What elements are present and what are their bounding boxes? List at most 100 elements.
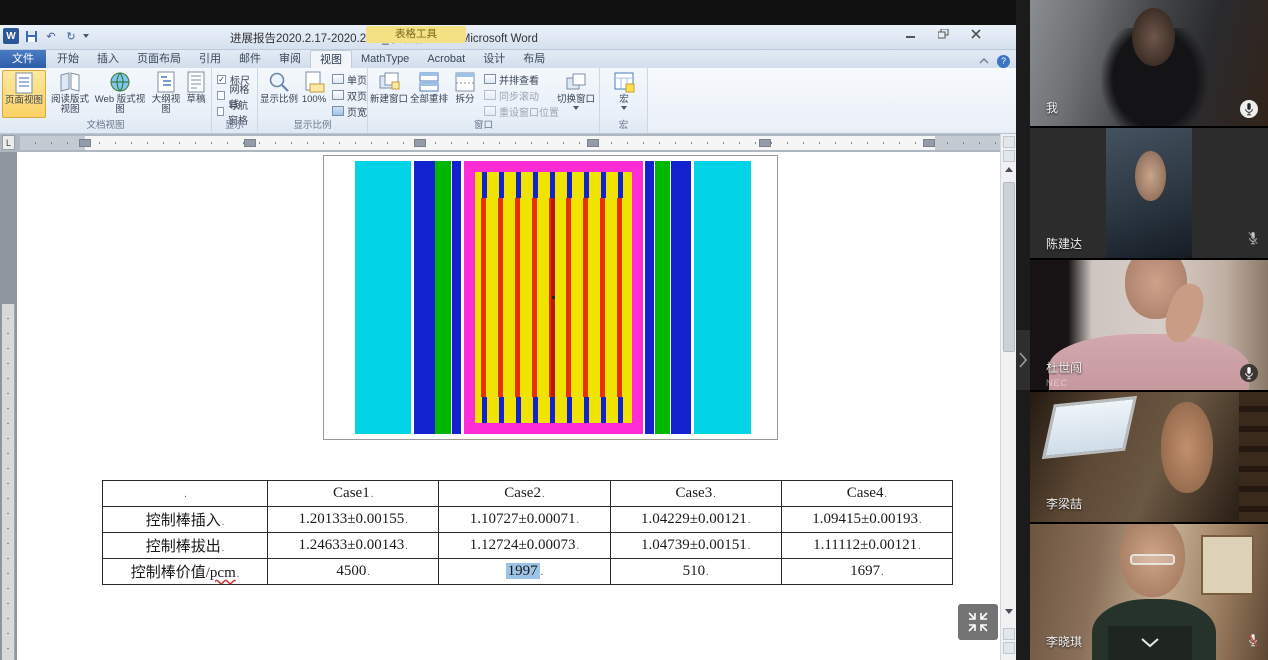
word-titlebar[interactable]: W ↶ ↻ 进展报告2020.2.17-2020.2.23_李梁喆.docx -… bbox=[0, 25, 1016, 50]
tab-acrobat[interactable]: Acrobat bbox=[418, 50, 474, 68]
switch-windows-icon bbox=[564, 70, 588, 94]
collapse-participants-button[interactable] bbox=[1108, 626, 1192, 660]
ruler-checkbox-box[interactable]: ✓ bbox=[217, 75, 226, 84]
minimize-button[interactable] bbox=[906, 29, 916, 39]
draft-view-icon bbox=[184, 70, 208, 94]
sidebar-expand-handle[interactable] bbox=[1016, 330, 1030, 390]
reactor-core-figure[interactable] bbox=[323, 155, 778, 440]
table-column-marker[interactable] bbox=[759, 139, 771, 147]
mic-muted-icon[interactable] bbox=[1248, 633, 1258, 652]
table-row: 控制棒拔出 1.24633±0.00143 1.12724±0.00073 1.… bbox=[103, 533, 953, 559]
tab-view[interactable]: 视图 bbox=[310, 50, 352, 68]
undo-icon[interactable]: ↶ bbox=[43, 28, 59, 44]
tab-design[interactable]: 设计 bbox=[474, 50, 514, 68]
table-column-marker[interactable] bbox=[244, 139, 256, 147]
gridlines-checkbox-box[interactable] bbox=[217, 91, 225, 100]
chevron-down-icon bbox=[1140, 638, 1160, 648]
horizontal-ruler[interactable] bbox=[20, 136, 1000, 150]
qat-dropdown-icon[interactable] bbox=[83, 34, 89, 38]
view-ribbon: 页面视图 阅读版式 视图 Web 版式视图 大纲视图 草稿 bbox=[0, 68, 1016, 134]
arrange-all-button[interactable]: 全部重排 bbox=[410, 70, 448, 118]
participant-tile[interactable]: 杜世闯 NEC bbox=[1030, 260, 1268, 390]
participant-name: 李梁喆 bbox=[1046, 495, 1082, 512]
save-icon[interactable] bbox=[23, 28, 39, 44]
tab-table-layout[interactable]: 布局 bbox=[514, 50, 554, 68]
previous-page-button[interactable] bbox=[1003, 628, 1015, 640]
mic-on-icon[interactable] bbox=[1240, 364, 1258, 382]
web-layout-button[interactable]: Web 版式视图 bbox=[94, 70, 146, 118]
table-column-marker[interactable] bbox=[587, 139, 599, 147]
group-show: ✓ 标尺 网格线 导航窗格 显示 bbox=[212, 68, 258, 132]
help-icon[interactable]: ? bbox=[997, 55, 1010, 68]
participant-tile[interactable]: 李晓琪 bbox=[1030, 524, 1268, 660]
scroll-down-arrow[interactable] bbox=[1001, 606, 1017, 617]
word-app-icon[interactable]: W bbox=[3, 28, 19, 44]
new-window-button[interactable]: 新建窗口 bbox=[370, 70, 408, 118]
restore-button[interactable] bbox=[938, 29, 949, 39]
new-window-icon bbox=[377, 70, 401, 94]
two-pages-button[interactable]: 双页 bbox=[332, 88, 367, 102]
reset-position-icon bbox=[484, 106, 496, 116]
exit-fullscreen-button[interactable] bbox=[958, 604, 998, 640]
synchronous-scrolling-button: 同步滚动 bbox=[484, 88, 559, 102]
tab-mathtype[interactable]: MathType bbox=[352, 50, 418, 68]
full-screen-reading-button[interactable]: 阅读版式 视图 bbox=[48, 70, 92, 118]
mic-muted-icon[interactable] bbox=[1248, 231, 1258, 250]
table-header-case2: Case2 bbox=[439, 481, 610, 507]
scroll-small-button[interactable] bbox=[1003, 150, 1015, 162]
switch-windows-dropdown-icon bbox=[573, 106, 579, 110]
redo-icon[interactable]: ↻ bbox=[63, 28, 79, 44]
split-button[interactable]: 拆分 bbox=[450, 70, 480, 118]
tab-home[interactable]: 开始 bbox=[48, 50, 88, 68]
switch-windows-button[interactable]: 切换窗口 bbox=[554, 70, 598, 118]
zoom-100-button[interactable]: 100% bbox=[298, 70, 330, 118]
table-header-row: Case1 Case2 Case3 Case4 bbox=[103, 481, 953, 507]
close-button[interactable] bbox=[971, 29, 981, 39]
ruler-toggle-button[interactable] bbox=[1003, 136, 1015, 148]
table-column-marker[interactable] bbox=[414, 139, 426, 147]
figure-coolant-band-left bbox=[355, 161, 411, 434]
macros-button[interactable]: 宏 bbox=[606, 70, 642, 118]
participant-tile[interactable]: 陈建达 bbox=[1030, 128, 1268, 258]
vertical-ruler[interactable] bbox=[2, 304, 15, 660]
tab-mailings[interactable]: 邮件 bbox=[230, 50, 270, 68]
document-page[interactable]: Case1 Case2 Case3 Case4 控制棒插入 1.20133±0.… bbox=[17, 152, 1000, 660]
table-row: 控制棒价值/pcm 4500 1997 510 1697 bbox=[103, 559, 953, 585]
view-side-by-side-button[interactable]: 并排查看 bbox=[484, 72, 559, 86]
participant-name: 我 bbox=[1046, 99, 1058, 116]
side-by-side-icon bbox=[484, 74, 496, 84]
screen: W ↶ ↻ 进展报告2020.2.17-2020.2.23_李梁喆.docx -… bbox=[0, 0, 1268, 660]
video-watermark: NEC bbox=[1046, 378, 1068, 388]
figure-barrel-band-left bbox=[414, 161, 435, 434]
participant-tile[interactable]: 李梁喆 bbox=[1030, 392, 1268, 522]
row-label-inserted: 控制棒插入 bbox=[103, 507, 268, 533]
results-table[interactable]: Case1 Case2 Case3 Case4 控制棒插入 1.20133±0.… bbox=[102, 480, 953, 585]
draft-view-button[interactable]: 草稿 bbox=[182, 70, 210, 118]
outline-view-button[interactable]: 大纲视图 bbox=[148, 70, 184, 118]
group-document-views: 页面视图 阅读版式 视图 Web 版式视图 大纲视图 草稿 bbox=[0, 68, 212, 132]
table-column-marker[interactable] bbox=[79, 139, 91, 147]
tab-review[interactable]: 审阅 bbox=[270, 50, 310, 68]
ribbon-empty-area bbox=[648, 68, 1016, 132]
tab-file[interactable]: 文件 bbox=[0, 50, 46, 68]
tab-references[interactable]: 引用 bbox=[190, 50, 230, 68]
reading-view-icon bbox=[58, 70, 82, 94]
nav-pane-checkbox-box[interactable] bbox=[217, 107, 224, 116]
page-width-button[interactable]: 页宽 bbox=[332, 104, 367, 118]
one-page-button[interactable]: 单页 bbox=[332, 72, 367, 86]
table-column-marker[interactable] bbox=[923, 139, 935, 147]
participant-tile-self[interactable]: 我 bbox=[1030, 0, 1268, 126]
quick-access-toolbar: W ↶ ↻ bbox=[3, 28, 89, 44]
vertical-scrollbar[interactable] bbox=[1000, 134, 1016, 660]
selected-text-highlight: 1997 bbox=[506, 563, 540, 579]
print-layout-button[interactable]: 页面视图 bbox=[2, 70, 46, 118]
tab-stop-selector[interactable]: L bbox=[2, 135, 15, 150]
tab-insert[interactable]: 插入 bbox=[88, 50, 128, 68]
scrollbar-thumb[interactable] bbox=[1003, 182, 1015, 352]
zoom-button[interactable]: 显示比例 bbox=[260, 70, 298, 118]
participant-name: 陈建达 bbox=[1046, 235, 1082, 252]
scroll-up-arrow[interactable] bbox=[1001, 164, 1017, 175]
mic-on-icon[interactable] bbox=[1240, 100, 1258, 118]
tab-page-layout[interactable]: 页面布局 bbox=[128, 50, 190, 68]
next-page-button[interactable] bbox=[1003, 642, 1015, 654]
